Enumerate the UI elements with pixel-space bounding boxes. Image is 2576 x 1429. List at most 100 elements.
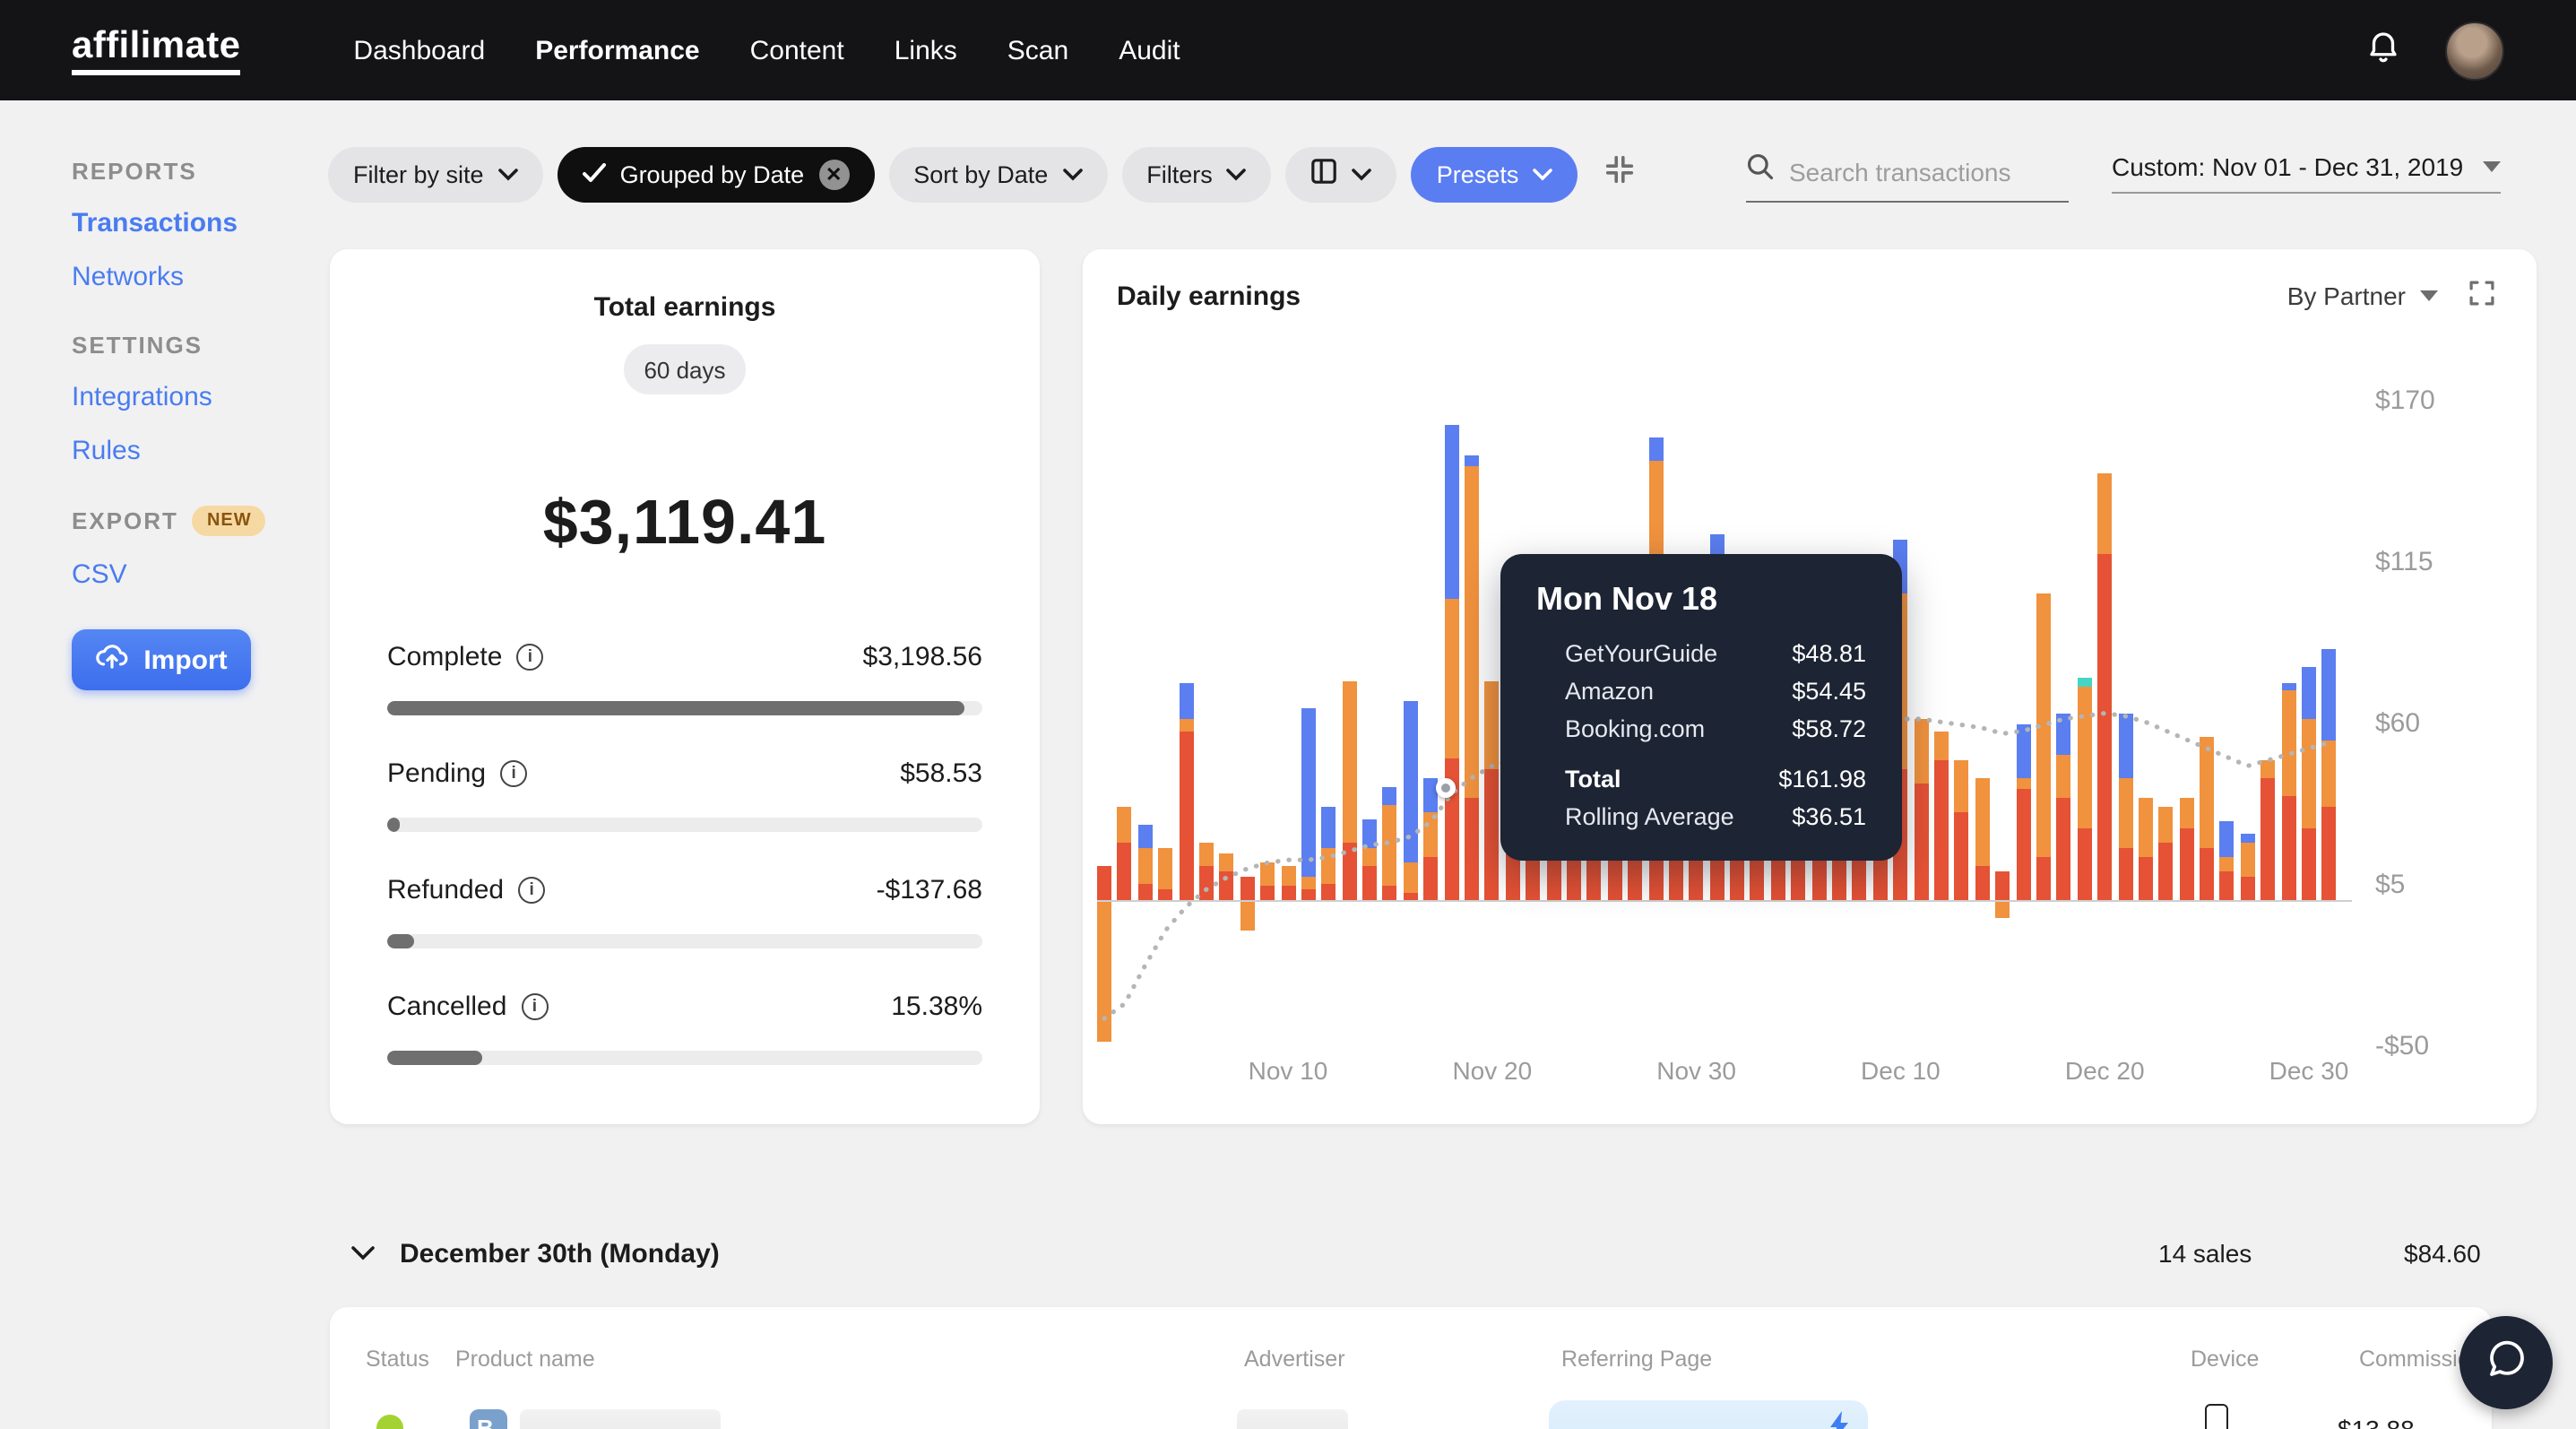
- bar-day-45[interactable]: [1995, 249, 2010, 1182]
- bar-day-8[interactable]: [1240, 249, 1255, 1182]
- bar-segment-amazon: [1382, 804, 1397, 887]
- sidebar-item-rules[interactable]: Rules: [72, 436, 341, 466]
- bar-day-15[interactable]: [1382, 249, 1397, 1182]
- bar-day-50[interactable]: [2097, 249, 2113, 1182]
- column-header-status[interactable]: Status: [366, 1347, 429, 1372]
- bar-day-5[interactable]: [1179, 249, 1194, 1182]
- remove-filter-icon[interactable]: ✕: [818, 159, 850, 189]
- product-name-redacted: [520, 1409, 721, 1429]
- metric-row-complete: Complete i $3,198.56: [387, 642, 982, 672]
- column-header-referring-page[interactable]: Referring Page: [1561, 1347, 1712, 1372]
- bar-day-18[interactable]: [1444, 249, 1459, 1182]
- x-axis-label: Dec 20: [2064, 1056, 2145, 1085]
- referring-page-link[interactable]: [1549, 1400, 1868, 1429]
- bar-day-44[interactable]: [1975, 249, 1990, 1182]
- nav-item-dashboard[interactable]: Dashboard: [353, 35, 485, 65]
- bar-day-59[interactable]: [2281, 249, 2296, 1182]
- metric-row-cancelled: Cancelled i 15.38%: [387, 992, 982, 1022]
- bar-segment-amazon: [2179, 798, 2194, 828]
- sidebar-item-csv[interactable]: CSV: [72, 559, 341, 590]
- bar-day-60[interactable]: [2302, 249, 2316, 1182]
- bar-day-47[interactable]: [2036, 249, 2051, 1182]
- bar-segment-amazon: [1914, 719, 1929, 784]
- nav-item-scan[interactable]: Scan: [1007, 35, 1068, 65]
- bar-day-49[interactable]: [2077, 249, 2092, 1182]
- bar-day-57[interactable]: [2240, 249, 2255, 1182]
- bar-day-46[interactable]: [2016, 249, 2031, 1182]
- bar-day-42[interactable]: [1933, 249, 1949, 1182]
- bar-day-19[interactable]: [1465, 249, 1480, 1182]
- column-header-advertiser[interactable]: Advertiser: [1244, 1347, 1345, 1372]
- bar-day-41[interactable]: [1914, 249, 1929, 1182]
- bar-day-1[interactable]: [1097, 249, 1111, 1182]
- presets-dropdown[interactable]: Presets: [1411, 146, 1578, 202]
- date-range-picker[interactable]: Custom: Nov 01 - Dec 31, 2019: [2112, 152, 2501, 194]
- period-pill[interactable]: 60 days: [624, 344, 746, 394]
- import-button[interactable]: Import: [72, 629, 251, 690]
- filter-by-site-dropdown[interactable]: Filter by site: [328, 146, 543, 202]
- bar-segment-getyourguide: [2056, 798, 2071, 901]
- info-icon[interactable]: i: [521, 993, 549, 1020]
- bar-day-6[interactable]: [1198, 249, 1214, 1182]
- collapse-icon[interactable]: [1603, 152, 1637, 195]
- tooltip-series-name: Total: [1565, 766, 1621, 792]
- bar-day-48[interactable]: [2056, 249, 2071, 1182]
- chat-widget-button[interactable]: [2459, 1316, 2553, 1409]
- bar-day-4[interactable]: [1158, 249, 1173, 1182]
- nav-item-audit[interactable]: Audit: [1119, 35, 1180, 65]
- bar-day-14[interactable]: [1362, 249, 1378, 1182]
- bar-day-9[interactable]: [1260, 249, 1275, 1182]
- total-earnings-amount: $3,119.41: [542, 488, 827, 558]
- info-icon[interactable]: i: [500, 760, 528, 787]
- bar-day-10[interactable]: [1281, 249, 1295, 1182]
- filters-dropdown[interactable]: Filters: [1121, 146, 1272, 202]
- chevron-down-icon[interactable]: [351, 1237, 375, 1269]
- bar-segment-amazon: [1484, 680, 1500, 769]
- bar-day-52[interactable]: [2138, 249, 2153, 1182]
- sidebar-item-integrations[interactable]: Integrations: [72, 382, 341, 412]
- nav-item-performance[interactable]: Performance: [535, 35, 699, 65]
- bar-day-13[interactable]: [1342, 249, 1357, 1182]
- user-avatar[interactable]: [2445, 21, 2504, 80]
- bar-day-61[interactable]: [2321, 249, 2337, 1182]
- column-header-device[interactable]: Device: [2191, 1347, 2259, 1372]
- bar-day-56[interactable]: [2219, 249, 2235, 1182]
- bell-icon[interactable]: [2364, 26, 2402, 74]
- bar-segment-getyourguide: [2260, 777, 2276, 901]
- sidebar-item-networks[interactable]: Networks: [72, 262, 341, 292]
- fullscreen-icon[interactable]: [2467, 278, 2497, 314]
- bar-day-16[interactable]: [1403, 249, 1418, 1182]
- bar-day-53[interactable]: [2158, 249, 2174, 1182]
- bar-segment-amazon: [2321, 740, 2337, 808]
- bar-day-54[interactable]: [2179, 249, 2194, 1182]
- bar-day-55[interactable]: [2200, 249, 2215, 1182]
- info-icon[interactable]: i: [518, 877, 546, 904]
- bar-day-20[interactable]: [1484, 249, 1500, 1182]
- bar-day-11[interactable]: [1301, 249, 1316, 1182]
- bar-segment-amazon: [1975, 777, 1990, 866]
- bar-segment-booking-com: [2281, 683, 2296, 690]
- sort-by-date-dropdown[interactable]: Sort by Date: [888, 146, 1108, 202]
- grouped-by-date-chip[interactable]: Grouped by Date ✕: [557, 146, 875, 202]
- bar-day-12[interactable]: [1321, 249, 1336, 1182]
- app-logo[interactable]: affilimate: [72, 25, 241, 75]
- column-header-product-name[interactable]: Product name: [455, 1347, 595, 1372]
- bar-day-58[interactable]: [2260, 249, 2276, 1182]
- bar-day-17[interactable]: [1423, 249, 1439, 1182]
- metric-progress-track: [387, 701, 982, 715]
- sidebar-item-transactions[interactable]: Transactions: [72, 208, 341, 238]
- info-icon[interactable]: i: [516, 644, 544, 671]
- bar-day-7[interactable]: [1219, 249, 1234, 1182]
- nav-item-links[interactable]: Links: [895, 35, 957, 65]
- day-group-header[interactable]: December 30th (Monday) 14 sales $84.60: [351, 1237, 2503, 1269]
- bar-segment-getyourguide: [2036, 856, 2051, 901]
- bar-day-3[interactable]: [1137, 249, 1153, 1182]
- cloud-upload-icon: [95, 643, 129, 677]
- x-axis-label: Dec 10: [1861, 1056, 1941, 1085]
- bar-day-43[interactable]: [1954, 249, 1969, 1182]
- bar-day-2[interactable]: [1117, 249, 1132, 1182]
- search-input[interactable]: Search transactions: [1746, 152, 2069, 203]
- columns-dropdown[interactable]: [1285, 146, 1397, 202]
- bar-day-51[interactable]: [2118, 249, 2132, 1182]
- nav-item-content[interactable]: Content: [750, 35, 844, 65]
